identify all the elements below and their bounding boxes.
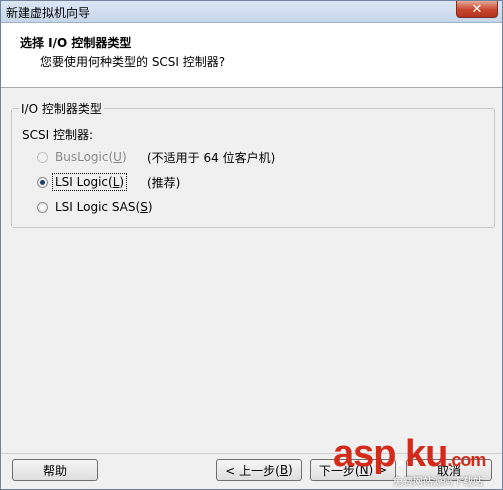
watermark-subtitle: 免费网站源码下载站	[393, 477, 483, 488]
radio-lsi-logic[interactable]: LSI Logic(L)	[37, 173, 128, 191]
radio-lsi-logic-label: LSI Logic(L)	[51, 173, 128, 191]
group-legend: I/O 控制器类型	[19, 100, 104, 117]
close-icon: ✕	[471, 1, 483, 17]
buslogic-note: (不适用于 64 位客户机)	[147, 151, 276, 165]
close-button[interactable]: ✕	[456, 1, 498, 18]
radio-button-icon	[37, 151, 48, 163]
title-bar[interactable]: 新建虚拟机向导 ✕	[1, 1, 502, 23]
help-button[interactable]: 帮助	[12, 459, 98, 481]
back-button[interactable]: < 上一步(B)	[216, 459, 302, 481]
lsi-logic-note: (推荐)	[147, 176, 181, 190]
wizard-header: 选择 I/O 控制器类型 您要使用何种类型的 SCSI 控制器?	[1, 23, 502, 88]
page-title: 选择 I/O 控制器类型	[20, 36, 132, 50]
radio-buslogic[interactable]: BusLogic(U)	[37, 149, 129, 165]
wizard-window: 新建虚拟机向导 ✕ 选择 I/O 控制器类型 您要使用何种类型的 SCSI 控制…	[0, 0, 503, 490]
radio-button-icon	[37, 201, 48, 213]
radio-lsi-logic-sas-label: LSI Logic SAS(S)	[55, 200, 153, 214]
window-title: 新建虚拟机向导	[6, 6, 91, 20]
radio-buslogic-label: BusLogic(U)	[55, 150, 127, 164]
watermark-logo: asp.ku.com	[333, 433, 486, 475]
radio-button-checked-icon	[37, 176, 48, 188]
scsi-controller-label: SCSI 控制器:	[22, 128, 94, 142]
radio-lsi-logic-sas[interactable]: LSI Logic SAS(S)	[37, 199, 155, 215]
page-subtitle: 您要使用何种类型的 SCSI 控制器?	[40, 55, 226, 69]
